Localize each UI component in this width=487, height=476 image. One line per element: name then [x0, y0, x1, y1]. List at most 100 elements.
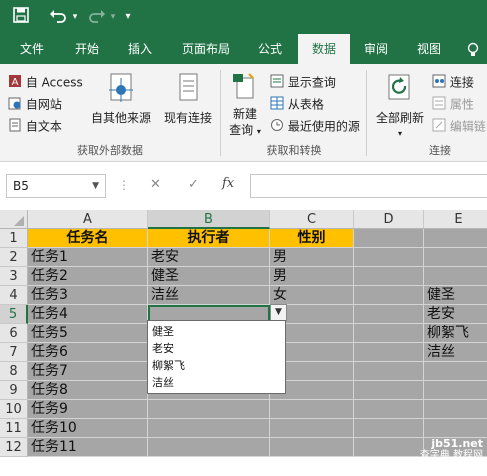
existing-connections-button[interactable]: 现有连接 — [160, 72, 216, 126]
executor-cell[interactable] — [148, 400, 270, 419]
task-cell[interactable]: 任务9 — [28, 400, 148, 419]
show-queries-button[interactable]: 显示查询 — [270, 74, 336, 92]
redo-icon[interactable] — [86, 7, 108, 27]
tab-view[interactable]: 视图 — [406, 34, 452, 64]
task-cell[interactable]: 任务5 — [28, 324, 148, 343]
tab-page-layout[interactable]: 页面布局 — [170, 34, 242, 64]
empty-cell[interactable] — [354, 419, 424, 438]
table-header-cell[interactable]: 性别 — [270, 229, 354, 248]
row-header[interactable]: 10 — [0, 400, 28, 419]
formula-input[interactable] — [250, 174, 487, 198]
row-header[interactable]: 9 — [0, 381, 28, 400]
row-header[interactable]: 4 — [0, 286, 28, 305]
row-header[interactable]: 8 — [0, 362, 28, 381]
connections-button[interactable]: 连接 — [432, 74, 474, 92]
from-web-button[interactable]: 自网站 — [8, 96, 62, 114]
cancel-icon[interactable]: ✕ — [150, 177, 161, 192]
executor-cell[interactable]: 洁丝 — [148, 286, 270, 305]
task-cell[interactable]: 任务11 — [28, 438, 148, 457]
row-header[interactable]: 11 — [0, 419, 28, 438]
empty-cell[interactable] — [424, 229, 487, 248]
tab-formulas[interactable]: 公式 — [248, 34, 292, 64]
gender-cell[interactable]: 女 — [270, 286, 354, 305]
empty-cell[interactable] — [354, 267, 424, 286]
save-icon[interactable] — [10, 7, 32, 27]
from-table-button[interactable]: 从表格 — [270, 96, 324, 114]
tab-home[interactable]: 开始 — [62, 34, 112, 64]
gender-cell[interactable] — [270, 400, 354, 419]
name-box[interactable]: B5 ▼ — [6, 174, 106, 198]
insert-function-icon[interactable]: fx — [222, 176, 234, 191]
empty-cell[interactable] — [354, 229, 424, 248]
task-cell[interactable]: 任务4 — [28, 305, 148, 324]
empty-cell[interactable] — [424, 381, 487, 400]
empty-cell[interactable] — [354, 381, 424, 400]
task-cell[interactable]: 任务7 — [28, 362, 148, 381]
table-header-cell[interactable]: 执行者 — [148, 229, 270, 248]
executor-cell[interactable] — [148, 438, 270, 457]
empty-cell[interactable] — [424, 362, 487, 381]
from-other-sources-button[interactable]: 自其他来源 — [90, 72, 152, 126]
refresh-all-button[interactable]: 全部刷新 ▾ — [372, 72, 428, 142]
executor-cell[interactable]: 健圣 — [148, 267, 270, 286]
row-header[interactable]: 12 — [0, 438, 28, 457]
task-cell[interactable]: 任务8 — [28, 381, 148, 400]
gender-cell[interactable] — [270, 419, 354, 438]
table-header-cell[interactable]: 任务名 — [28, 229, 148, 248]
dropdown-option[interactable]: 老安 — [152, 340, 281, 357]
empty-cell[interactable] — [354, 400, 424, 419]
column-header-c[interactable]: C — [270, 210, 354, 229]
task-cell[interactable]: 任务3 — [28, 286, 148, 305]
column-header-e[interactable]: E — [424, 210, 487, 229]
empty-cell[interactable] — [424, 248, 487, 267]
dropdown-option[interactable]: 柳絮飞 — [152, 357, 281, 374]
column-header-d[interactable]: D — [354, 210, 424, 229]
validation-dropdown-button[interactable]: ▼ — [270, 304, 287, 321]
gender-cell[interactable]: 男 — [270, 248, 354, 267]
gender-cell[interactable] — [270, 438, 354, 457]
row-header[interactable]: 2 — [0, 248, 28, 267]
list-cell[interactable]: 洁丝 — [424, 343, 487, 362]
row-header[interactable]: 6 — [0, 324, 28, 343]
tab-review[interactable]: 审阅 — [352, 34, 400, 64]
column-header-b[interactable]: B — [148, 210, 270, 229]
list-cell[interactable]: 老安 — [424, 305, 487, 324]
executor-cell[interactable] — [148, 419, 270, 438]
empty-cell[interactable] — [354, 286, 424, 305]
empty-cell[interactable] — [424, 267, 487, 286]
tab-file[interactable]: 文件 — [8, 34, 56, 64]
recent-sources-button[interactable]: 最近使用的源 — [270, 118, 360, 136]
lightbulb-icon[interactable] — [462, 34, 484, 64]
empty-cell[interactable] — [424, 419, 487, 438]
undo-dropdown-icon[interactable]: ▾ — [70, 7, 80, 27]
task-cell[interactable]: 任务1 — [28, 248, 148, 267]
redo-dropdown-icon[interactable]: ▾ — [108, 7, 118, 27]
gender-cell[interactable]: 男 — [270, 267, 354, 286]
enter-icon[interactable]: ✓ — [188, 177, 199, 192]
task-cell[interactable]: 任务2 — [28, 267, 148, 286]
tab-data[interactable]: 数据 — [298, 34, 350, 64]
select-all-corner[interactable] — [0, 210, 28, 229]
empty-cell[interactable] — [354, 324, 424, 343]
refresh-dropdown-icon[interactable]: ▾ — [372, 126, 428, 142]
empty-cell[interactable] — [354, 305, 424, 324]
empty-cell[interactable] — [424, 400, 487, 419]
row-header[interactable]: 3 — [0, 267, 28, 286]
empty-cell[interactable] — [354, 248, 424, 267]
customize-toolbar-icon[interactable]: ▾ — [120, 7, 136, 27]
list-cell[interactable]: 柳絮飞 — [424, 324, 487, 343]
properties-button[interactable]: 属性 — [432, 96, 474, 114]
from-access-button[interactable]: A 自 Access — [8, 74, 83, 92]
task-cell[interactable]: 任务6 — [28, 343, 148, 362]
task-cell[interactable]: 任务10 — [28, 419, 148, 438]
dropdown-option[interactable]: 洁丝 — [152, 374, 281, 391]
row-header[interactable]: 5 — [0, 305, 28, 324]
row-header[interactable]: 7 — [0, 343, 28, 362]
column-header-a[interactable]: A — [28, 210, 148, 229]
from-text-button[interactable]: 自文本 — [8, 118, 62, 136]
name-box-dropdown-icon[interactable]: ▼ — [92, 175, 99, 197]
dropdown-option[interactable]: 健圣 — [152, 323, 281, 340]
undo-icon[interactable] — [46, 7, 70, 27]
executor-cell[interactable]: 老安 — [148, 248, 270, 267]
new-query-button[interactable]: 新建 查询 ▾ — [226, 72, 264, 140]
